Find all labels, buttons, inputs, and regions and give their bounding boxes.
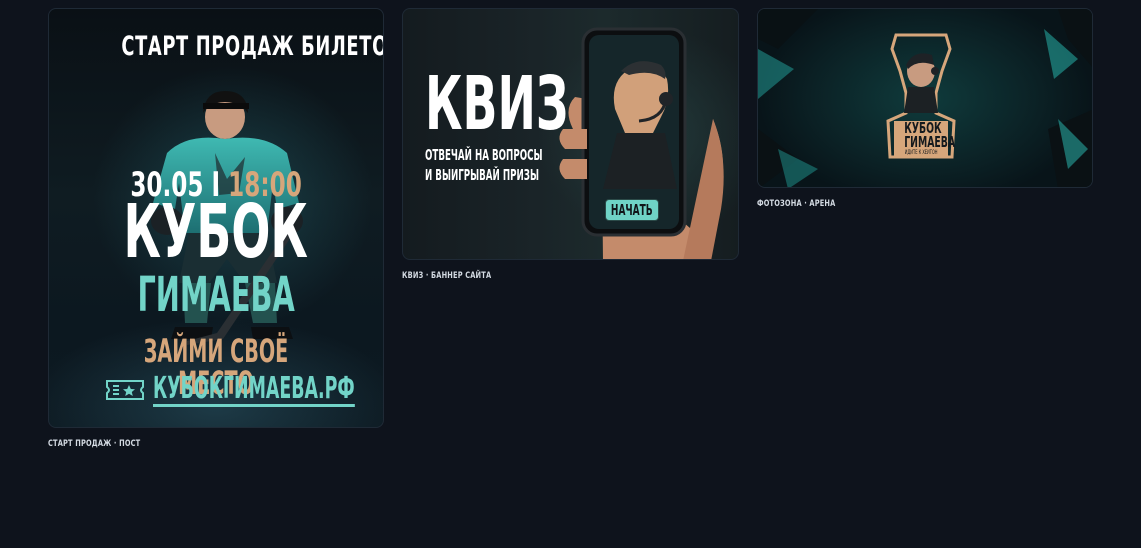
start-button[interactable]: НАЧАТЬ: [605, 199, 659, 221]
logo-name: ГИМАЕВА: [904, 133, 956, 151]
arena-logo: КУБОК ГИМАЕВА ИДИТЕ К ХЕЙТОН: [894, 121, 956, 157]
logo-tagline: ИДИТЕ К ХЕЙТОН: [904, 149, 938, 156]
poster-title: КУБОК: [123, 189, 309, 275]
arena-photo-zone-image: [758, 9, 1092, 187]
ticket-icon: [106, 380, 144, 400]
poster-caption: СТАРТ ПРОДАЖ · ПОСТ: [48, 439, 141, 449]
site-url: КУБОКГИМАЕВА.РФ: [153, 370, 355, 408]
poster-top-text: СТАРТ ПРОДАЖ БИЛЕТОВ: [121, 31, 384, 62]
arena-caption: ФОТОЗОНА · АРЕНА: [757, 199, 836, 209]
quiz-card[interactable]: КВИЗ ОТВЕЧАЙ НА ВОПРОСЫ И ВЫИГРЫВАЙ ПРИЗ…: [402, 8, 739, 260]
phone-in-hand-image: [559, 27, 724, 259]
quiz-caption: КВИЗ · БАННЕР САЙТА: [402, 271, 492, 281]
poster-name: ГИМАЕВА: [137, 267, 295, 323]
poster-site: КУБОКГИМАЕВА.РФ: [103, 370, 383, 408]
arena-card[interactable]: КУБОК ГИМАЕВА ИДИТЕ К ХЕЙТОН: [757, 8, 1093, 188]
poster-card[interactable]: СТАРТ ПРОДАЖ БИЛЕТОВ 30.05 I 18:00 КУБОК…: [48, 8, 384, 428]
